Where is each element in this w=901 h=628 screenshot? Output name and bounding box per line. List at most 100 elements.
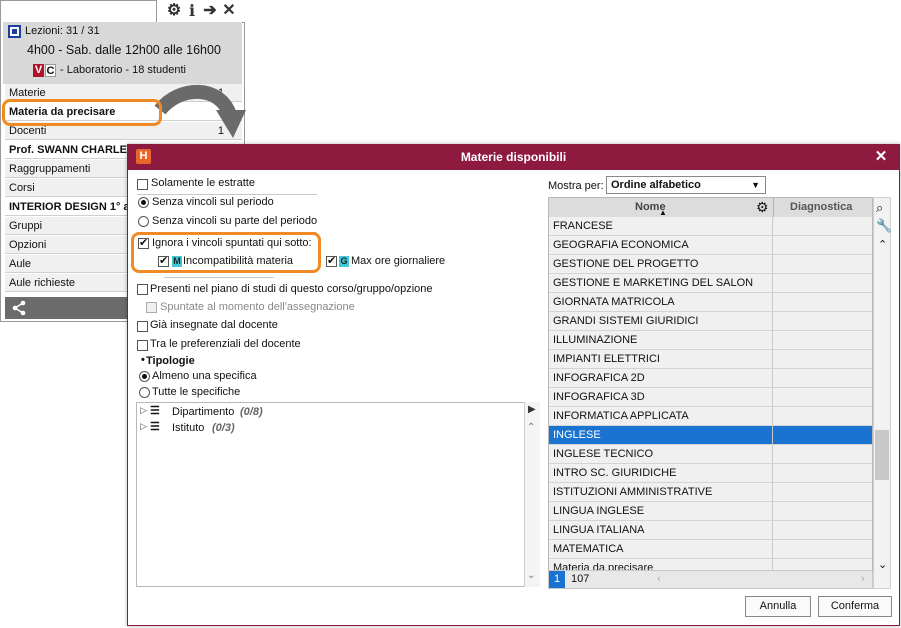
row-label: Gruppi (9, 220, 43, 232)
scroll-right-icon[interactable]: › (861, 573, 865, 585)
search-icon[interactable]: ⌕ (876, 200, 883, 216)
checkbox-solo-estratte[interactable] (137, 179, 148, 190)
subject-row[interactable]: INGLESE TECNICO (549, 445, 872, 464)
total-count: 107 (571, 573, 590, 585)
conferma-button[interactable]: Conferma (818, 596, 892, 617)
tree-count: (0/3) (212, 422, 235, 434)
chevron-down-icon[interactable]: ⌄ (878, 558, 887, 571)
subject-diagnostica (773, 331, 872, 349)
tree-label: Dipartimento (172, 406, 235, 418)
scroll-right-icon[interactable]: ▶ (528, 404, 536, 415)
chevron-down-icon[interactable]: ⌄ (527, 570, 535, 581)
gear-icon[interactable]: ⚙ (756, 199, 769, 216)
label-preferenziali: Tra le preferenziali del docente (150, 338, 301, 350)
list-tree-icon: ☰ (150, 421, 160, 433)
checkbox-spuntate[interactable] (146, 302, 157, 313)
label-max-ore: Max ore giornaliere (351, 255, 446, 267)
radio-almeno-una[interactable] (139, 371, 150, 382)
subject-row[interactable]: INFOGRAFICA 3D (549, 388, 872, 407)
label-presenti-piano: Presenti nel piano di studi di questo co… (150, 283, 433, 295)
subject-row[interactable]: INFOGRAFICA 2D (549, 369, 872, 388)
label-senza-vincoli-parte: Senza vincoli su parte del periodo (152, 215, 318, 227)
subject-row[interactable]: GIORNATA MATRICOLA (549, 293, 872, 312)
subject-row[interactable]: MATEMATICA (549, 540, 872, 559)
list-scrollbar[interactable]: ⌕ 🔧 ⌃ ⌄ (873, 197, 892, 589)
wrench-icon[interactable]: 🔧 (876, 218, 892, 234)
subject-diagnostica (773, 445, 872, 463)
label-tutte: Tutte le specifiche (152, 386, 241, 398)
subject-name: LINGUA ITALIANA (549, 521, 773, 539)
mostra-value: Ordine alfabetico (611, 179, 701, 191)
subjects-list: Nome ▲ ⚙ Diagnostica FRANCESE GEOGRAFIA E… (548, 197, 873, 589)
chevron-up-icon[interactable]: ⌃ (527, 422, 535, 433)
expand-icon[interactable]: ▷ (140, 405, 147, 416)
close-icon[interactable]: ✕ (220, 2, 238, 20)
lesson-header: Lezioni: 31 / 31 4h00 - Sab. dalle 12h00… (3, 22, 242, 84)
arrow-right-icon[interactable]: ➔ (201, 2, 219, 20)
dialog-close-button[interactable]: ✕ (871, 147, 891, 167)
subject-row[interactable]: INGLESE (549, 426, 872, 445)
highlight-materia (2, 99, 162, 126)
tree-node[interactable]: ▷ ☰ Istituto (0/3) (140, 420, 440, 436)
radio-senza-vincoli-parte[interactable] (138, 216, 149, 227)
subject-row[interactable]: GRANDI SISTEMI GIURIDICI (549, 312, 872, 331)
chevron-up-icon[interactable]: ⌃ (878, 238, 887, 251)
list-header: Nome ▲ ⚙ Diagnostica (549, 198, 872, 218)
tree-node[interactable]: ▷ ☰ Dipartimento (0/8) (140, 404, 440, 420)
subject-row[interactable]: GEOGRAFIA ECONOMICA (549, 236, 872, 255)
gear-icon[interactable]: ⚙ (165, 2, 183, 20)
radio-senza-vincoli-periodo[interactable] (138, 197, 149, 208)
subject-row[interactable]: LINGUA INGLESE (549, 502, 872, 521)
checkbox-max-ore[interactable] (326, 254, 337, 267)
subject-name: MATEMATICA (549, 540, 773, 558)
subject-name: ILLUMINAZIONE (549, 331, 773, 349)
radio-tutte[interactable] (139, 387, 150, 398)
annulla-button[interactable]: Annulla (745, 596, 811, 617)
subject-name: GESTIONE E MARKETING DEL SALON (549, 274, 773, 292)
lessons-count: Lezioni: 31 / 31 (25, 25, 100, 37)
materie-dialog: Materie disponibili H ✕ Solamente le est… (127, 144, 900, 626)
subject-row[interactable]: IMPIANTI ELETTRICI (549, 350, 872, 369)
lesson-time: 4h00 - Sab. dalle 12h00 alle 16h00 (27, 43, 221, 57)
column-diagnostica[interactable]: Diagnostica (790, 201, 852, 213)
row-label: Materie (9, 87, 46, 99)
subject-diagnostica (773, 293, 872, 311)
label-tipologie: Tipologie (146, 355, 195, 367)
checkbox-preferenziali[interactable] (137, 340, 148, 351)
subject-row[interactable]: GESTIONE DEL PROGETTO (549, 255, 872, 274)
mostra-per-select[interactable]: Ordine alfabetico ▼ (606, 176, 766, 194)
info-icon[interactable]: i (183, 2, 201, 20)
scroll-thumb[interactable] (875, 430, 889, 480)
row-label: Raggruppamenti (9, 163, 91, 175)
subject-row[interactable]: INTRO SC. GIURIDICHE (549, 464, 872, 483)
subject-diagnostica (773, 521, 872, 539)
list-tree-icon: ☰ (150, 405, 160, 417)
subject-name: LINGUA INGLESE (549, 502, 773, 520)
divider (164, 277, 274, 278)
row-label: Aule (9, 258, 32, 270)
scroll-left-icon[interactable]: ‹ (657, 573, 661, 585)
dialog-title: Materie disponibili (460, 150, 567, 164)
sort-up-icon: ▲ (659, 208, 667, 217)
bullet-icon: • (141, 354, 145, 366)
subject-name: INFOGRAFICA 3D (549, 388, 773, 406)
room-info: - Laboratorio - 18 studenti (60, 64, 186, 76)
subject-row[interactable]: LINGUA ITALIANA (549, 521, 872, 540)
tree-scrollbar[interactable]: ▶ ⌃ ⌄ (524, 402, 540, 587)
subject-diagnostica (773, 369, 872, 387)
expand-icon[interactable]: ▷ (140, 421, 147, 432)
subject-row[interactable]: GESTIONE E MARKETING DEL SALON (549, 274, 872, 293)
checkbox-gia-insegnate[interactable] (137, 321, 148, 332)
row-label: Docenti (9, 125, 47, 137)
subject-row[interactable]: ILLUMINAZIONE (549, 331, 872, 350)
divider (137, 194, 317, 195)
share-icon[interactable] (11, 300, 27, 316)
checkbox-presenti-piano[interactable] (137, 284, 148, 295)
row-label: INTERIOR DESIGN 1° an (9, 201, 137, 213)
row-label: Corsi (9, 182, 35, 194)
subject-diagnostica (773, 464, 872, 482)
subject-row[interactable]: ISTITUZIONI AMMINISTRATIVE (549, 483, 872, 502)
subject-diagnostica (773, 312, 872, 330)
subject-row[interactable]: FRANCESE (549, 217, 872, 236)
subject-row[interactable]: INFORMATICA APPLICATA (549, 407, 872, 426)
